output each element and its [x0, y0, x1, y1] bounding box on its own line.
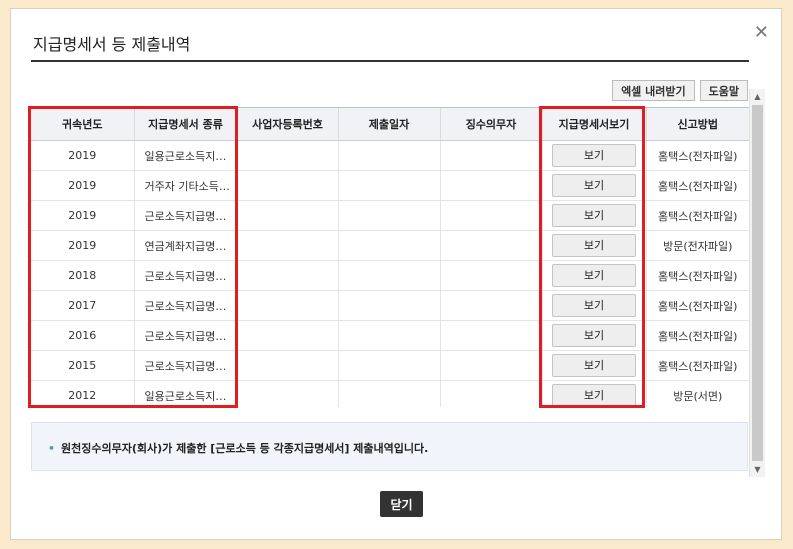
notice-text: 원천징수의무자(회사)가 제출한 [근로소득 등 각종지급명세서] 제출내역입니…: [61, 442, 429, 455]
cell-business-number: [236, 350, 338, 381]
cell-business-number: [236, 380, 338, 407]
excel-download-button[interactable]: 엑셀 내려받기: [612, 80, 695, 101]
cell-business-number: [236, 140, 338, 171]
cell-withholding-agent: [439, 350, 542, 381]
cell-submit-date: [337, 290, 440, 321]
dialog-title: 지급명세서 등 제출내역: [33, 35, 191, 54]
close-icon[interactable]: ✕: [754, 23, 769, 43]
scroll-down-arrow-icon[interactable]: ▼: [750, 462, 765, 477]
cell-business-number: [236, 170, 338, 201]
cell-method: 홈택스(전자파일): [645, 350, 749, 381]
col-header-submit-date: 제출일자: [337, 107, 440, 141]
cell-withholding-agent: [439, 320, 542, 351]
cell-method: 홈택스(전자파일): [645, 170, 749, 201]
cell-method: 홈택스(전자파일): [645, 140, 749, 171]
highlight-box-view: [539, 106, 645, 408]
cell-submit-date: [337, 260, 440, 291]
cell-withholding-agent: [439, 170, 542, 201]
cell-submit-date: [337, 350, 440, 381]
col-header-withholding-agent: 징수의무자: [439, 107, 542, 141]
cell-method: 홈택스(전자파일): [645, 290, 749, 321]
cell-withholding-agent: [439, 380, 542, 407]
col-header-method: 신고방법: [645, 107, 749, 141]
highlight-box-year-kind: [28, 106, 238, 408]
title-divider: [31, 60, 749, 62]
submission-history-dialog: 지급명세서 등 제출내역 ✕ 엑셀 내려받기 도움말 귀속년도 지급명세서 종류…: [10, 8, 782, 540]
cell-withholding-agent: [439, 230, 542, 261]
bullet-icon: •: [48, 442, 56, 455]
cell-submit-date: [337, 140, 440, 171]
cell-method: 홈택스(전자파일): [645, 320, 749, 351]
cell-business-number: [236, 230, 338, 261]
scroll-thumb[interactable]: [752, 105, 763, 461]
cell-submit-date: [337, 200, 440, 231]
cell-business-number: [236, 290, 338, 321]
cell-submit-date: [337, 170, 440, 201]
cell-withholding-agent: [439, 290, 542, 321]
cell-method: 방문(전자파일): [645, 230, 749, 261]
cell-withholding-agent: [439, 260, 542, 291]
notice-box: • 원천징수의무자(회사)가 제출한 [근로소득 등 각종지급명세서] 제출내역입…: [31, 422, 748, 471]
cell-withholding-agent: [439, 200, 542, 231]
cell-withholding-agent: [439, 140, 542, 171]
cell-submit-date: [337, 320, 440, 351]
col-header-business-number: 사업자등록번호: [236, 107, 338, 141]
close-button[interactable]: 닫기: [380, 491, 423, 517]
cell-method: 홈택스(전자파일): [645, 260, 749, 291]
cell-method: 홈택스(전자파일): [645, 200, 749, 231]
help-button[interactable]: 도움말: [699, 80, 748, 101]
cell-submit-date: [337, 380, 440, 407]
cell-business-number: [236, 320, 338, 351]
cell-method: 방문(서면): [645, 380, 749, 407]
cell-submit-date: [337, 230, 440, 261]
cell-business-number: [236, 260, 338, 291]
toolbar: 엑셀 내려받기 도움말: [612, 80, 748, 101]
cell-business-number: [236, 200, 338, 231]
vertical-scrollbar[interactable]: ▲ ▼: [749, 89, 765, 477]
scroll-up-arrow-icon[interactable]: ▲: [750, 89, 765, 104]
